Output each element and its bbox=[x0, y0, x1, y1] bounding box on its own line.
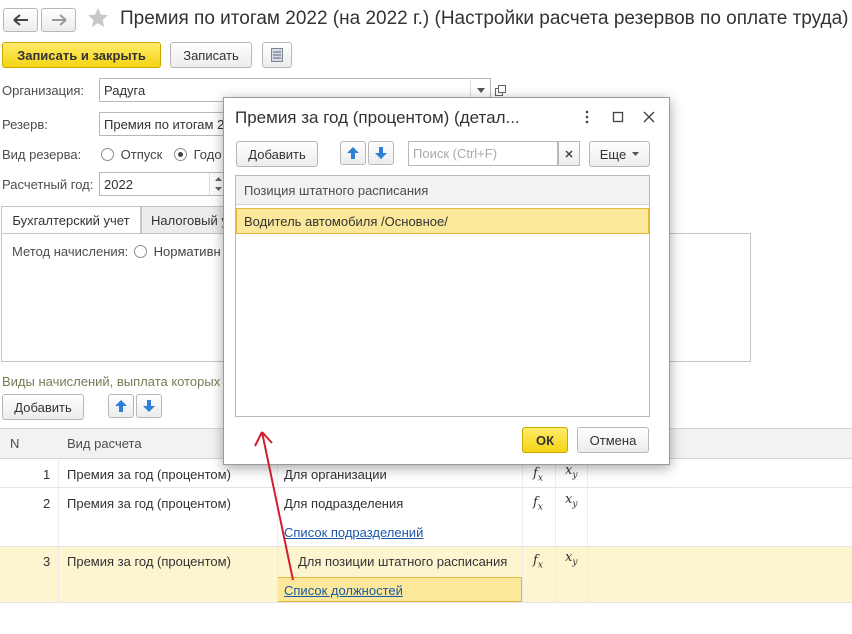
annotation-arrow bbox=[254, 431, 294, 581]
